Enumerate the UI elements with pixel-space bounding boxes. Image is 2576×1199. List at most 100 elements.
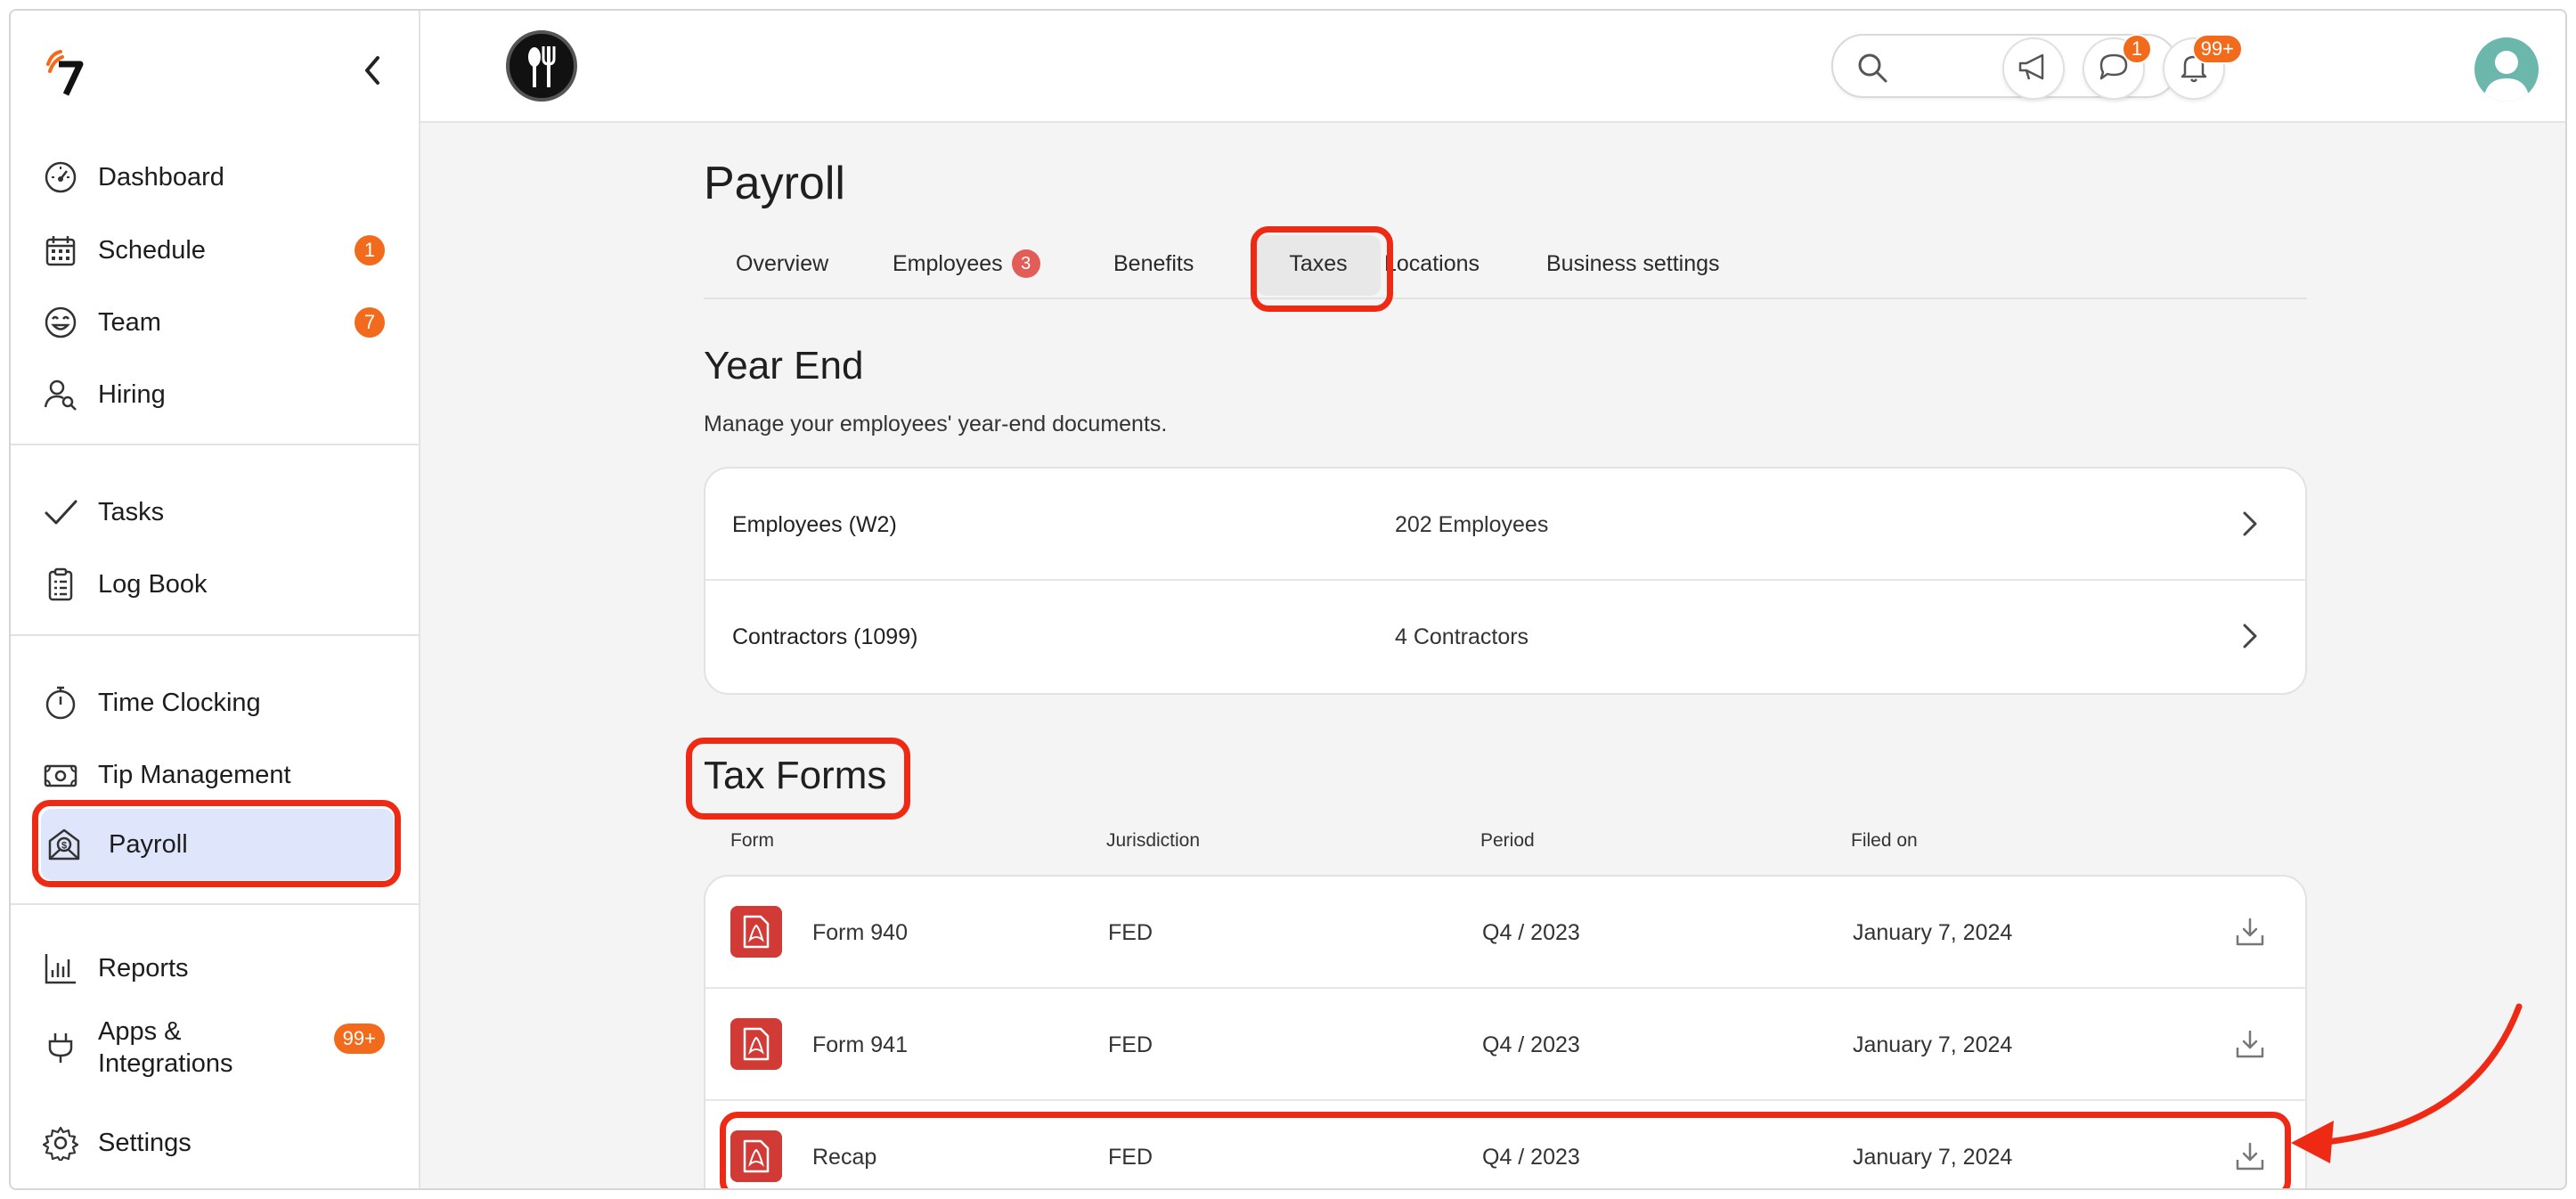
year-end-row-contractors[interactable]: Contractors (1099) 4 Contractors [705,581,2305,693]
sidebar-item-schedule[interactable]: Schedule 1 [41,217,397,283]
sidebar-item-label: Apps & Integrations [98,1017,233,1078]
filed-on-date: January 7, 2024 [1853,919,2013,945]
megaphone-icon [2016,49,2051,89]
page-title: Payroll [704,158,845,209]
year-end-row-employees[interactable]: Employees (W2) 202 Employees [705,469,2305,581]
pdf-file-icon [730,906,782,958]
sidebar-item-payroll[interactable]: $ Payroll [41,809,394,880]
sidebar-item-dashboard[interactable]: Dashboard [41,144,397,210]
chevron-right-icon [2234,508,2266,540]
sidebar: Dashboard Schedule 1 Team 7 Hiring Tasks… [11,11,420,1188]
tab-overview[interactable]: Overview [736,228,828,299]
table-row[interactable]: Recap FED Q4 / 2023 January 7, 2024 [705,1101,2305,1188]
tax-forms-table-header: Form Jurisdiction Period Filed on [704,830,2307,866]
tab-benefits[interactable]: Benefits [1113,228,1194,299]
chevron-right-icon [2234,620,2266,652]
sidebar-item-hiring[interactable]: Hiring [41,362,397,428]
sidebar-item-team[interactable]: Team 7 [41,290,397,355]
sidebar-item-label: Settings [98,1129,192,1157]
form-name: Recap [812,1144,877,1170]
sidebar-divider [11,903,420,905]
row-count: 4 Contractors [1395,624,1529,649]
sidebar-item-label: Hiring [98,380,166,409]
form-name: Form 941 [812,1032,908,1057]
sidebar-item-apps-integrations[interactable]: Apps & Integrations 99+ [41,1005,397,1090]
sidebar-item-time-clocking[interactable]: Time Clocking [41,670,397,736]
sidebar-item-settings[interactable]: Settings [41,1110,397,1176]
tab-locations[interactable]: Locations [1384,228,1480,299]
tax-forms-table: Form 940 FED Q4 / 2023 January 7, 2024 F… [704,875,2307,1188]
sidebar-item-label: Tasks [98,498,165,526]
filed-on-date: January 7, 2024 [1853,1144,2013,1170]
pdf-file-icon [730,1018,782,1070]
download-icon[interactable] [2234,1028,2266,1060]
sidebar-item-label: Schedule [98,236,206,265]
year-end-title: Year End [704,344,864,387]
tab-employees[interactable]: Employees 3 [893,228,1040,299]
messages-button[interactable]: 1 [2083,34,2152,100]
sidebar-divider [11,634,420,636]
app-window: Dashboard Schedule 1 Team 7 Hiring Tasks… [9,9,2567,1190]
gear-icon [41,1123,80,1162]
period: Q4 / 2023 [1482,1144,1580,1170]
apps-count-badge: 99+ [333,1024,385,1054]
restaurant-logo-fork-spoon-icon[interactable] [506,30,577,102]
sidebar-item-log-book[interactable]: Log Book [41,551,397,617]
column-header-jurisdiction: Jurisdiction [1106,830,1201,851]
messages-count-badge: 1 [2122,34,2152,64]
pdf-file-icon [730,1130,782,1182]
sidebar-item-label: Reports [98,954,189,983]
user-avatar[interactable] [2474,37,2539,102]
app-logo[interactable] [43,45,87,98]
stopwatch-icon [41,683,80,722]
announcements-button[interactable] [2002,37,2065,100]
bar-chart-icon [41,949,80,988]
row-label: Contractors (1099) [732,624,918,649]
row-label: Employees (W2) [732,511,897,537]
sidebar-item-reports[interactable]: Reports [41,935,397,1001]
svg-text:$: $ [61,841,67,852]
search-icon [1855,50,1890,90]
filed-on-date: January 7, 2024 [1853,1032,2013,1057]
table-row[interactable]: Form 940 FED Q4 / 2023 January 7, 2024 [705,877,2305,989]
dashboard-gauge-icon [41,158,80,197]
sidebar-item-tip-management[interactable]: Tip Management [41,742,397,808]
screen: Dashboard Schedule 1 Team 7 Hiring Tasks… [0,0,2576,1199]
download-icon[interactable] [2234,1140,2266,1172]
column-header-filed-on: Filed on [1851,830,1918,851]
notifications-count-badge: 99+ [2191,34,2243,64]
sidebar-item-label: Log Book [98,570,208,599]
sidebar-item-tasks[interactable]: Tasks [41,479,397,545]
checkmark-icon [41,493,80,532]
period: Q4 / 2023 [1482,919,1580,945]
cash-bill-icon [41,755,80,795]
sidebar-item-label: Team [98,308,161,337]
form-name: Form 940 [812,919,908,945]
jurisdiction: FED [1108,1144,1153,1170]
tax-forms-title: Tax Forms [704,754,887,797]
team-count-badge: 7 [355,307,385,338]
sidebar-item-label: Time Clocking [98,689,261,717]
collapse-sidebar-chevron-left-icon[interactable] [355,50,390,91]
tab-business-settings[interactable]: Business settings [1546,228,1720,299]
sidebar-divider [11,444,420,445]
person-search-icon [41,375,80,414]
jurisdiction: FED [1108,919,1153,945]
year-end-card: Employees (W2) 202 Employees Contractors… [704,467,2307,695]
sidebar-item-label: Dashboard [98,163,224,192]
sidebar-item-label: Tip Management [98,761,291,789]
main-content: Payroll Overview Employees 3 Benefits Tax… [420,125,2565,1188]
plug-icon [41,1028,80,1067]
column-header-period: Period [1480,830,1535,851]
row-count: 202 Employees [1395,511,1549,537]
table-row[interactable]: Form 941 FED Q4 / 2023 January 7, 2024 [705,989,2305,1101]
notifications-button[interactable]: 99+ [2163,34,2243,100]
payroll-tabs: Overview Employees 3 Benefits Taxes Locat… [704,226,2307,312]
employees-tab-badge: 3 [1011,249,1040,278]
top-header: 1 99+ [420,11,2565,123]
smiley-face-icon [41,303,80,342]
tab-taxes[interactable]: Taxes [1261,228,1375,299]
download-icon[interactable] [2234,916,2266,948]
sidebar-item-label: Payroll [109,830,188,859]
year-end-description: Manage your employees' year-end document… [704,412,1168,436]
